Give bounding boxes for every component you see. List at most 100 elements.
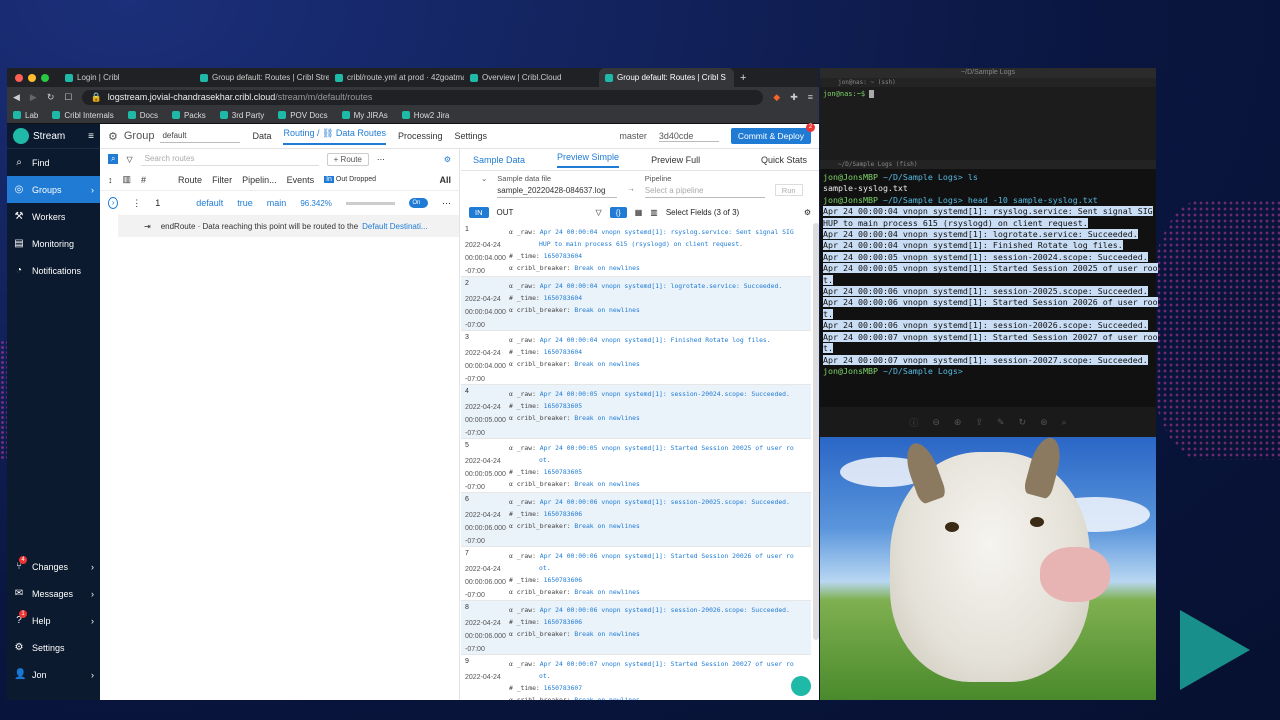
expand-all[interactable]: All — [439, 175, 451, 185]
browser-tab[interactable]: Group default: Routes | Cribl S — [599, 68, 734, 87]
select-fields[interactable]: Select Fields (3 of 3) — [666, 208, 796, 217]
events-in[interactable]: In — [324, 176, 334, 183]
route-filter[interactable]: true — [237, 198, 253, 208]
bookmark-item[interactable]: Docs — [127, 111, 158, 120]
chart-icon[interactable]: ▥ — [650, 208, 658, 217]
bookmark-item[interactable]: POV Docs — [278, 111, 328, 120]
route-toggle[interactable]: On — [409, 198, 428, 208]
event-row[interactable]: 3 2022-04-24 00:00:04.000 -07:00 α _raw: Apr… — [461, 331, 811, 385]
brave-shield-icon[interactable]: ◆ — [773, 92, 780, 103]
browser-tab[interactable]: Overview | Cribl.Cloud — [464, 68, 599, 87]
search-routes-input[interactable]: Search routes — [140, 152, 319, 166]
sidebar-item-settings[interactable]: ⚙ Settings — [7, 634, 100, 661]
edit-icon[interactable]: ✎ — [997, 417, 1005, 428]
events-dropped[interactable]: Dropped — [349, 176, 376, 183]
bookmark-item[interactable]: Cribl Internals — [52, 111, 114, 120]
sidebar-item-monitoring[interactable]: ▤ Monitoring — [7, 230, 100, 257]
tab-preview-full[interactable]: Preview Full — [651, 155, 700, 165]
nav-data[interactable]: Data — [252, 131, 271, 141]
terminal-window-fish[interactable]: ~/D/Sample Logs (fish) jon@JonsMBP ~/D/S… — [820, 160, 1158, 407]
browser-tab[interactable]: cribl/route.yml at prod · 42goatma — [329, 68, 464, 87]
route-pipeline[interactable]: main — [267, 198, 287, 208]
table-view-icon[interactable]: ▦ — [635, 208, 643, 217]
maximize-window-button[interactable] — [41, 73, 49, 82]
nav-processing[interactable]: Processing — [398, 131, 443, 141]
chat-icon[interactable] — [791, 676, 811, 696]
sidebar-item-jon[interactable]: 👤 Jon › — [7, 661, 100, 688]
search-icon[interactable]: ⌕ — [108, 154, 119, 164]
bookmark-item[interactable]: My JIRAs — [341, 111, 388, 120]
minimize-window-button[interactable] — [28, 73, 36, 82]
route-row[interactable]: › ⋮ 1 default true main 96.342% On ⋯ — [100, 191, 459, 215]
in-toggle[interactable]: IN — [469, 206, 489, 218]
reload-icon[interactable]: ↻ — [47, 92, 55, 103]
extension-icon[interactable]: ✚ — [790, 92, 798, 103]
route-more-icon[interactable]: ⋯ — [442, 198, 451, 209]
hamburger-icon[interactable]: ≡ — [88, 131, 94, 142]
tab-preview-simple[interactable]: Preview Simple — [557, 152, 620, 168]
zoom-out-icon[interactable]: ⊖ — [932, 417, 940, 428]
close-window-button[interactable] — [15, 73, 23, 82]
menu-icon[interactable]: ≡ — [808, 92, 813, 102]
commit-deploy-button[interactable]: Commit & Deploy 2 — [730, 123, 815, 144]
event-row[interactable]: 4 2022-04-24 00:00:05.000 -07:00 α _raw: Apr… — [461, 385, 811, 439]
terminal-tab-fish[interactable]: ~/D/Sample Logs (fish) — [820, 160, 1156, 169]
event-row[interactable]: 7 2022-04-24 00:00:06.000 -07:00 α _raw: Apr… — [461, 547, 811, 601]
sort-icon[interactable]: ↕ — [108, 175, 113, 185]
sidebar-item-changes[interactable]: ⑂ 4 Changes › — [7, 553, 100, 580]
browser-tab[interactable]: Login | Cribl — [59, 68, 194, 87]
col-events[interactable]: Events — [287, 175, 315, 185]
share-icon[interactable]: ⇪ — [975, 417, 983, 428]
terminal-tab[interactable]: jon@nas: ~ (ssh) — [820, 78, 1156, 87]
sample-file-select[interactable]: sample_20220428-084637.log — [497, 186, 618, 198]
sidebar-item-groups[interactable]: ◎ Groups › — [7, 176, 100, 203]
info-icon[interactable]: ⓘ — [909, 416, 918, 429]
add-route-button[interactable]: + Route — [326, 152, 369, 166]
forward-icon[interactable]: ▶ — [30, 92, 37, 103]
sidebar-item-messages[interactable]: ✉ Messages › — [7, 580, 100, 607]
tab-sample-data[interactable]: Sample Data — [473, 155, 525, 165]
markup-icon[interactable]: ⊛ — [1040, 417, 1048, 428]
more-icon[interactable]: ⋯ — [377, 155, 385, 164]
columns-icon[interactable]: ▥ — [123, 174, 132, 185]
commit-select[interactable]: 3d40cde — [658, 131, 719, 142]
collapse-icon[interactable]: ⌄ — [481, 174, 487, 203]
tab-quick-stats[interactable]: Quick Stats — [761, 155, 807, 165]
back-icon[interactable]: ◀ — [13, 92, 20, 103]
event-row[interactable]: 8 2022-04-24 00:00:06.000 -07:00 α _raw: Apr… — [461, 601, 811, 655]
route-name[interactable]: default — [196, 198, 223, 208]
bookmark-item[interactable]: How2 Jira — [401, 111, 449, 120]
new-tab-button[interactable]: + — [740, 72, 746, 84]
settings-icon[interactable]: ⚙ — [444, 155, 451, 164]
filter-icon[interactable]: ▽ — [596, 208, 602, 217]
bookmark-icon[interactable]: ☐ — [64, 92, 72, 103]
sidebar-item-find[interactable]: ⌕ Find — [7, 149, 100, 176]
url-input[interactable]: 🔒 logstream.jovial-chandrasekhar.cribl.c… — [82, 89, 764, 105]
rotate-icon[interactable]: ↻ — [1019, 417, 1027, 428]
nav-settings[interactable]: Settings — [454, 131, 487, 141]
bookmark-item[interactable]: 3rd Party — [219, 111, 264, 120]
sidebar-item-notifications[interactable]: ◔ Notifications — [7, 257, 100, 284]
default-destination-link[interactable]: Default Destinati... — [362, 222, 427, 231]
event-row[interactable]: 1 2022-04-24 00:00:04.000 -07:00 α _raw: Apr… — [461, 223, 811, 277]
search-icon[interactable]: ⌕ — [1062, 417, 1067, 428]
sidebar-item-help[interactable]: ? 1 Help › — [7, 607, 100, 634]
out-toggle[interactable]: OUT — [497, 208, 514, 217]
event-row[interactable]: 5 2022-04-24 00:00:05.000 -07:00 α _raw: Apr… — [461, 439, 811, 493]
filter-icon[interactable]: ▽ — [126, 155, 132, 164]
code-view-icon[interactable]: {} — [609, 206, 627, 218]
pipeline-select[interactable]: Select a pipeline — [644, 186, 765, 198]
expand-icon[interactable]: › — [108, 197, 119, 209]
browser-tab[interactable]: Group default: Routes | Cribl Strea — [194, 68, 329, 87]
run-button[interactable]: Run — [774, 184, 803, 196]
gear-icon[interactable]: ⚙ — [804, 208, 811, 217]
sidebar-item-workers[interactable]: ⚒ Workers — [7, 203, 100, 230]
event-row[interactable]: 9 2022-04-24 α _raw: Apr 24 00:00:07 vnopn… — [461, 655, 811, 700]
group-select[interactable]: default — [160, 129, 241, 143]
bookmark-item[interactable]: Packs — [171, 111, 206, 120]
events-out[interactable]: Out — [336, 176, 347, 183]
nav-routing[interactable]: Routing / ⛓ Data Routes — [283, 128, 386, 145]
zoom-in-icon[interactable]: ⊕ — [954, 417, 962, 428]
event-row[interactable]: 6 2022-04-24 00:00:06.000 -07:00 α _raw: Apr… — [461, 493, 811, 547]
scrollbar[interactable] — [813, 223, 819, 640]
